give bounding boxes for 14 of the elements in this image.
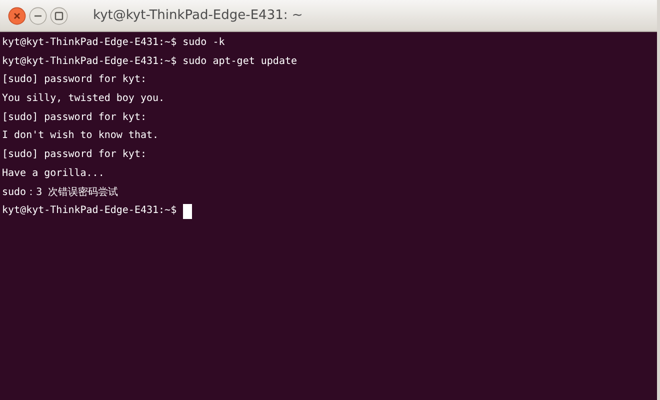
terminal-line: [sudo] password for kyt: xyxy=(2,148,146,162)
terminal-line: [sudo] password for kyt: xyxy=(2,73,146,88)
minimize-button[interactable] xyxy=(29,6,47,24)
terminal-line: kyt@kyt-ThinkPad-Edge-E431:~$ sudo apt-get update xyxy=(2,54,298,69)
maximize-button[interactable] xyxy=(50,6,68,24)
terminal-line: [sudo] password for kyt: xyxy=(2,110,146,125)
close-button[interactable] xyxy=(8,6,26,24)
terminal-line: Have a gorilla... xyxy=(2,166,104,181)
window-title: kyt@kyt-ThinkPad-Edge-E431: ~ xyxy=(93,8,303,23)
terminal-line: I don't wish to know that. xyxy=(2,129,159,144)
terminal-line: kyt@kyt-ThinkPad-Edge-E431:~$ xyxy=(2,204,178,218)
terminal-line: You silly, twisted boy you. xyxy=(2,92,165,106)
terminal-line: kyt@kyt-ThinkPad-Edge-E431:~$ sudo -k xyxy=(2,36,225,50)
terminal-line: sudo：3 次错误密码尝试 xyxy=(2,186,118,200)
